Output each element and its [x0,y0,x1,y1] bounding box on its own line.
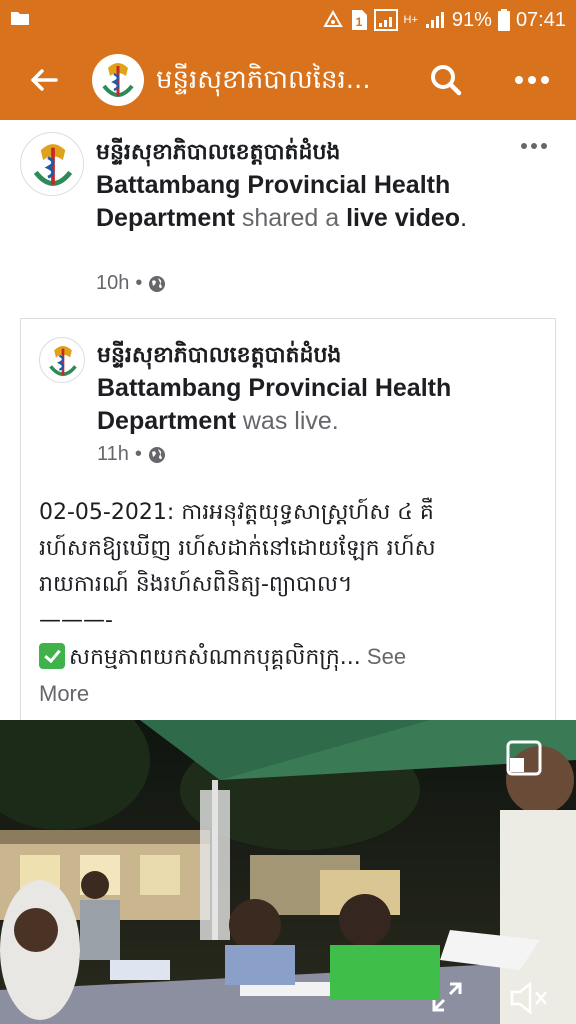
shared-post-card[interactable]: មន្ទីរសុខាភិបាលខេត្តបាត់ដំបង Battambang … [20,318,556,720]
search-button[interactable] [424,60,468,100]
shared-status-text: was live. [235,407,339,435]
signal-box-icon [373,9,398,31]
dot-separator: • [134,443,142,465]
health-ministry-logo-icon [93,55,143,105]
shared-post-timestamp[interactable]: 11h • [97,443,166,466]
more-horizontal-icon [521,143,547,149]
app-bar: មន្ទីរសុខាភិបាលនៃរ... [0,40,576,120]
health-ministry-logo-icon [22,134,83,195]
network-type-label: H+ [403,13,418,26]
globe-icon [149,275,166,292]
shared-time-label: 11h [97,443,129,465]
back-arrow-icon [31,69,58,91]
body-line: រហ៍សកឱ្យឃើញ រហ៍សដាក់នៅដោយឡែក រហ៍ស [39,536,436,561]
post-timestamp[interactable]: 10h • [96,272,166,295]
page-title: មន្ទីរសុខាភិបាលនៃរ... [156,65,371,95]
picture-in-picture-button[interactable] [506,740,542,776]
mute-icon [510,981,547,1015]
more-horizontal-icon [515,76,549,84]
shared-object-link[interactable]: live video [346,204,460,232]
clock: 07:41 [515,8,566,31]
more-options-button[interactable] [508,60,556,100]
picture-in-picture-icon [506,740,542,776]
body-line: រាយការណ៍ និងរហ៍សពិនិត្យ-ព្យាបាល។ [39,572,353,597]
shared-post-avatar[interactable] [39,337,85,383]
search-icon [431,65,462,96]
post-header: មន្ទីរសុខាភិបាលខេត្តបាត់ដំបង Battambang … [0,120,576,310]
post-trailing: . [460,204,468,232]
body-line-with-see-more: សកម្មភាពយកសំណាកបុគ្គលិកក្រុ... See [39,639,539,676]
fullscreen-button[interactable] [430,980,464,1014]
check-mark-icon [39,643,65,669]
page-name-khmer[interactable]: មន្ទីរសុខាភិបាលខេត្តបាត់ដំបង [96,136,516,169]
live-video-player[interactable] [0,720,576,1024]
body-line: ———- [39,608,113,633]
body-line: សកម្មភាពយកសំណាកបុគ្គលិកក្រុ... [69,645,361,670]
recycle-icon [322,10,344,30]
post-more-button[interactable] [512,134,556,158]
fullscreen-icon [432,982,462,1012]
shared-post-title: មន្ទីរសុខាភិបាលខេត្តបាត់ដំបង Battambang … [97,339,537,438]
health-ministry-logo-icon [40,338,84,382]
see-more-link[interactable]: More [39,676,539,712]
folder-icon [11,12,29,25]
page-logo[interactable] [92,54,144,106]
cell-signal-icon [424,10,446,30]
mute-button[interactable] [508,980,548,1016]
post-title: មន្ទីរសុខាភិបាលខេត្តបាត់ដំបង Battambang … [96,136,516,235]
post-action-text: shared a [234,204,347,232]
network-type-icon: H+ [403,13,418,26]
status-bar: 1 H+ 91% 07:41 [0,0,576,40]
battery-icon [497,9,510,31]
globe-icon [148,446,165,463]
sim-slot-label: 1 [355,15,362,29]
post-avatar[interactable] [20,132,84,196]
shared-post-body: 02-05-2021: ការអនុវត្តយុទ្ធសាស្ត្រហ៍ស ៤ … [39,495,539,712]
body-line: 02-05-2021: ការអនុវត្តយុទ្ធសាស្ត្រហ៍ស ៤ … [39,500,434,525]
battery-percent: 91% [451,8,492,31]
sim-card-icon: 1 [350,9,368,31]
back-button[interactable] [22,60,66,100]
shared-page-name-khmer[interactable]: មន្ទីរសុខាភិបាលខេត្តបាត់ដំបង [97,339,537,372]
see-more-link[interactable]: See [361,644,406,669]
post-time-label: 10h [96,272,130,294]
video-frame [0,720,576,1024]
dot-separator: • [135,272,143,294]
